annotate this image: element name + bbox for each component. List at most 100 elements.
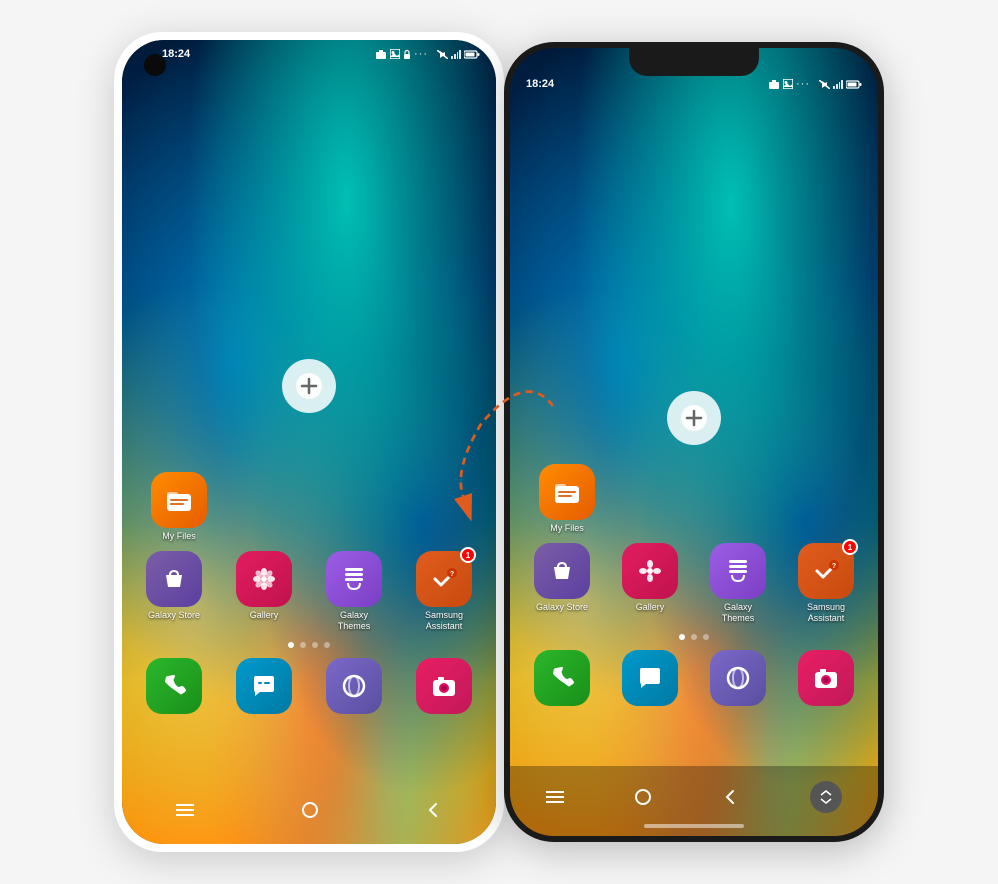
messenger-icon-p2[interactable]	[622, 650, 678, 706]
flower-icon-p2	[636, 557, 664, 585]
lock-icon	[403, 49, 411, 60]
phone1-status-bar: 18:24 ···	[122, 48, 496, 60]
brush-icon	[340, 565, 368, 593]
check-icon-p2: ?	[812, 557, 840, 585]
galaxy-themes-icon-p2[interactable]	[710, 543, 766, 599]
home-nav-icon-p2[interactable]	[635, 789, 651, 805]
flower-icon	[250, 565, 278, 593]
chat-icon	[250, 672, 278, 700]
app-samsung-assistant[interactable]: 1 ? SamsungAssistant	[408, 551, 480, 632]
galaxy-store-icon[interactable]	[146, 551, 202, 607]
gallery-label-p2: Gallery	[636, 602, 665, 613]
galaxy-store-icon-p2[interactable]	[534, 543, 590, 599]
my-files-icon[interactable]	[151, 472, 207, 528]
my-files-icon-p2[interactable]	[539, 464, 595, 520]
galaxy-store-label: Galaxy Store	[148, 610, 200, 621]
phone2-upload-icon	[667, 391, 721, 445]
dot-3	[312, 642, 318, 648]
samsung-assistant-icon[interactable]: 1 ?	[416, 551, 472, 607]
menu-nav-icon-p2[interactable]	[546, 790, 564, 804]
dock-snap[interactable]	[408, 658, 480, 714]
svg-text:?: ?	[450, 571, 454, 578]
mute-icon-p2	[819, 80, 830, 89]
galaxy-themes-label: GalaxyThemes	[338, 610, 371, 632]
dock-messenger-p2[interactable]	[614, 650, 686, 706]
samsung-assistant-icon-p2[interactable]: 1 ?	[798, 543, 854, 599]
folder-icon	[165, 486, 193, 514]
signal-icon-p2	[833, 80, 843, 89]
camera2-icon	[430, 672, 458, 700]
gallery-label: Gallery	[250, 610, 279, 621]
my-files-label: My Files	[162, 531, 196, 542]
snap-icon[interactable]	[416, 658, 472, 714]
dock-phone-p2[interactable]	[526, 650, 598, 706]
phone-app-icon[interactable]	[146, 658, 202, 714]
scroll-nav-button[interactable]	[810, 781, 842, 813]
phone2-home-indicator	[644, 824, 744, 828]
phone1-app-grid: My Files Galaxy Store	[122, 472, 496, 724]
plus-icon-p2	[680, 404, 708, 432]
app-galaxy-store[interactable]: Galaxy Store	[138, 551, 210, 632]
back-nav-icon-p2[interactable]	[723, 789, 739, 805]
phone2-page-dots	[526, 634, 862, 640]
more-icon: ···	[414, 48, 428, 60]
dock-snap-p2[interactable]	[790, 650, 862, 706]
phone1-device: 18:24 ···	[114, 32, 504, 852]
phone2-device: 18:24 ···	[504, 42, 884, 842]
app-gallery-p2[interactable]: Gallery	[614, 543, 686, 624]
app-samsung-assistant-p2[interactable]: 1 ? SamsungAssistant	[790, 543, 862, 624]
my-files-label-p2: My Files	[550, 523, 584, 534]
opera-icon-p2[interactable]	[710, 650, 766, 706]
chevron-down-icon	[820, 798, 832, 804]
gallery-icon-p2[interactable]	[622, 543, 678, 599]
snap-icon-p2[interactable]	[798, 650, 854, 706]
app-galaxy-themes[interactable]: GalaxyThemes	[318, 551, 390, 632]
battery-icon	[464, 50, 480, 59]
app-gallery[interactable]: Gallery	[228, 551, 300, 632]
app-my-files[interactable]: My Files	[143, 472, 215, 542]
dock-opera[interactable]	[318, 658, 390, 714]
dot-p2-3	[703, 634, 709, 640]
bag-icon	[160, 565, 188, 593]
app-my-files-p2[interactable]: My Files	[531, 464, 603, 534]
dot-4	[324, 642, 330, 648]
app-galaxy-store-p2[interactable]: Galaxy Store	[526, 543, 598, 624]
folder-icon-p2	[553, 478, 581, 506]
dock-opera-p2[interactable]	[702, 650, 774, 706]
samsung-assistant-badge: 1	[460, 547, 476, 563]
phones-comparison: 18:24 ···	[114, 32, 884, 852]
samsung-assistant-badge-p2: 1	[842, 539, 858, 555]
samsung-assistant-label-p2: SamsungAssistant	[807, 602, 845, 624]
back-nav-icon[interactable]	[426, 802, 442, 818]
dot-1	[288, 642, 294, 648]
menu-nav-icon[interactable]	[176, 803, 194, 817]
dock-messenger[interactable]	[228, 658, 300, 714]
phone2-screen: 18:24 ···	[510, 48, 878, 836]
phone-icon	[160, 672, 188, 700]
bag-icon-p2	[548, 557, 576, 585]
phone-icon-p2	[548, 664, 576, 692]
battery-icon-p2	[846, 80, 862, 89]
phone2-upload-area	[667, 391, 721, 445]
dock-phone[interactable]	[138, 658, 210, 714]
camera2-icon-p2	[812, 664, 840, 692]
phone1-time: 18:24	[162, 48, 190, 60]
gallery-icon[interactable]	[236, 551, 292, 607]
phone1-app-row-2: Galaxy Store	[138, 551, 480, 632]
phone-app-icon-p2[interactable]	[534, 650, 590, 706]
chevron-up-icon	[820, 790, 832, 796]
image-icon	[390, 49, 400, 59]
dot-2	[300, 642, 306, 648]
messenger-icon[interactable]	[236, 658, 292, 714]
phone1-status-icons: ···	[375, 48, 480, 60]
phone1-nav-bar	[122, 784, 496, 844]
hole-punch-camera	[144, 54, 166, 76]
app-galaxy-themes-p2[interactable]: GalaxyThemes	[702, 543, 774, 624]
image-icon-p2	[783, 79, 793, 89]
home-nav-icon[interactable]	[302, 802, 318, 818]
signal-icon	[451, 50, 461, 59]
opera-icon[interactable]	[326, 658, 382, 714]
dot-p2-2	[691, 634, 697, 640]
galaxy-themes-icon[interactable]	[326, 551, 382, 607]
phone1-dock	[138, 658, 480, 714]
